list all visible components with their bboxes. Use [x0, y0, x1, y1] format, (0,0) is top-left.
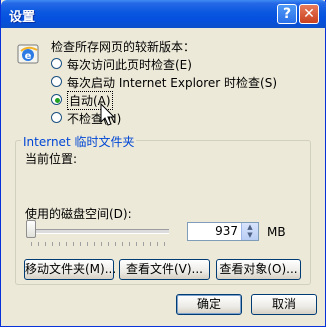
title-bar[interactable]: 设置 ? ✕ — [1, 0, 326, 28]
move-folder-button[interactable]: 移动文件夹(M)... — [24, 259, 116, 280]
slider-ticks — [31, 242, 169, 246]
disk-space-slider-track[interactable] — [31, 229, 169, 234]
view-objects-button[interactable]: 查看对象(O)... — [216, 259, 301, 280]
disk-space-slider-thumb[interactable] — [26, 220, 36, 238]
close-icon: ✕ — [303, 6, 315, 22]
help-icon: ? — [282, 6, 292, 22]
check-caption: 检查所存网页的较新版本： — [51, 40, 196, 54]
disk-space-value[interactable]: 937 — [215, 224, 238, 238]
disk-space-label: 使用的磁盘空间(D): — [25, 207, 132, 221]
svg-text:e: e — [25, 51, 32, 62]
radio-label: 每次访问此页时检查(E) — [67, 58, 192, 72]
current-location-label: 当前位置: — [25, 152, 78, 166]
mouse-cursor-icon — [100, 103, 116, 126]
radio-dot[interactable] — [51, 76, 62, 87]
radio-dot-selected[interactable] — [51, 94, 62, 105]
window-title: 设置 — [9, 10, 36, 25]
radio-dot[interactable] — [51, 112, 62, 123]
spin-arrows-icon[interactable]: ▲ ▼ — [241, 223, 258, 240]
disk-space-spinbox[interactable]: 937 ▲ ▼ — [187, 222, 259, 241]
cancel-button[interactable]: 取消 — [251, 294, 317, 315]
settings-dialog: 设置 ? ✕ e 检查所存网页的较新版本： 每次访问此页时检查(E) 每次启动 … — [0, 0, 326, 327]
help-button[interactable]: ? — [277, 4, 297, 24]
temp-files-legend: Internet 临时文件夹 — [21, 133, 137, 150]
radio-dot[interactable] — [51, 58, 62, 69]
ok-button[interactable]: 确定 — [176, 294, 242, 315]
view-files-button[interactable]: 查看文件(V)... — [119, 259, 210, 280]
radio-label: 每次启动 Internet Explorer 时检查(S) — [67, 76, 278, 90]
close-button[interactable]: ✕ — [299, 4, 319, 24]
ie-icon: e — [17, 44, 39, 64]
unit-label: MB — [267, 225, 286, 239]
